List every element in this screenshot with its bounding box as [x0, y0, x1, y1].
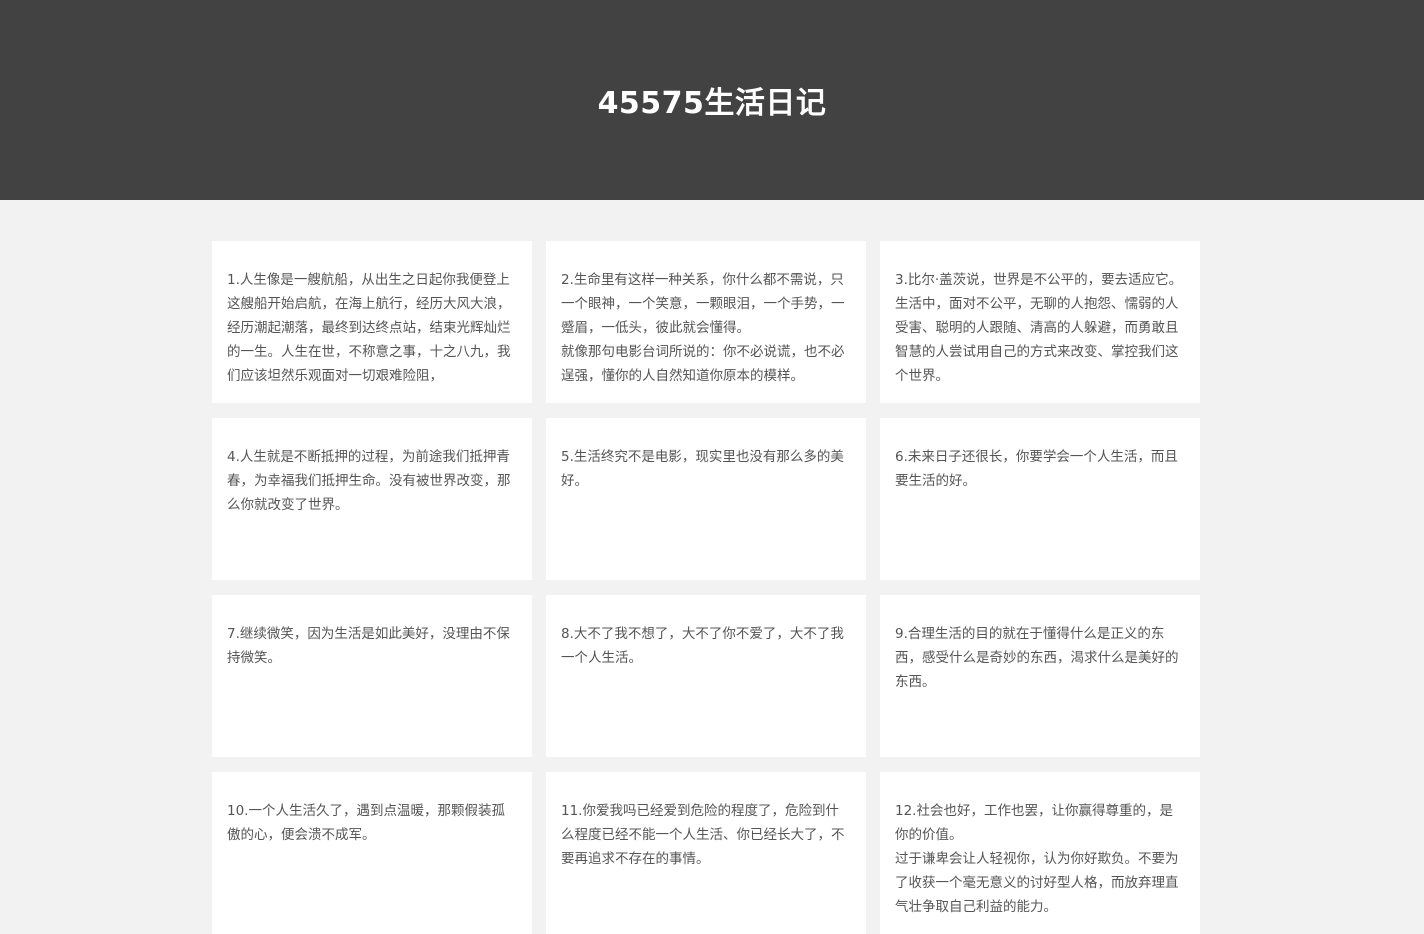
article-excerpt[interactable]: 12.社会也好，工作也罢，让你赢得尊重的，是你的价值。 过于谦卑会让人轻视你，认…: [895, 799, 1186, 919]
article-excerpt[interactable]: 10.一个人生活久了，遇到点温暖，那颗假装孤傲的心，便会溃不成军。: [227, 799, 518, 847]
article-card[interactable]: 6.未来日子还很长，你要学会一个人生活，而且要生活的好。: [880, 418, 1200, 580]
article-excerpt[interactable]: 11.你爱我吗已经爱到危险的程度了，危险到什么程度已经不能一个人生活、你已经长大…: [561, 799, 852, 871]
article-excerpt[interactable]: 3.比尔·盖茨说，世界是不公平的，要去适应它。生活中，面对不公平，无聊的人抱怨、…: [895, 268, 1186, 388]
article-excerpt[interactable]: 8.大不了我不想了，大不了你不爱了，大不了我一个人生活。: [561, 622, 852, 670]
site-header: 45575生活日记: [0, 0, 1424, 200]
article-card[interactable]: 4.人生就是不断抵押的过程，为前途我们抵押青春，为幸福我们抵押生命。没有被世界改…: [212, 418, 532, 580]
article-excerpt[interactable]: 9.合理生活的目的就在于懂得什么是正义的东西，感受什么是奇妙的东西，渴求什么是美…: [895, 622, 1186, 694]
article-excerpt[interactable]: 6.未来日子还很长，你要学会一个人生活，而且要生活的好。: [895, 445, 1186, 493]
article-card[interactable]: 9.合理生活的目的就在于懂得什么是正义的东西，感受什么是奇妙的东西，渴求什么是美…: [880, 595, 1200, 757]
article-card[interactable]: 10.一个人生活久了，遇到点温暖，那颗假装孤傲的心，便会溃不成军。: [212, 772, 532, 934]
article-card[interactable]: 3.比尔·盖茨说，世界是不公平的，要去适应它。生活中，面对不公平，无聊的人抱怨、…: [880, 241, 1200, 403]
article-excerpt[interactable]: 7.继续微笑，因为生活是如此美好，没理由不保持微笑。: [227, 622, 518, 670]
site-title[interactable]: 45575生活日记: [598, 78, 827, 122]
article-card[interactable]: 12.社会也好，工作也罢，让你赢得尊重的，是你的价值。 过于谦卑会让人轻视你，认…: [880, 772, 1200, 934]
article-card[interactable]: 1.人生像是一艘航船，从出生之日起你我便登上这艘船开始启航，在海上航行，经历大风…: [212, 241, 532, 403]
article-excerpt[interactable]: 1.人生像是一艘航船，从出生之日起你我便登上这艘船开始启航，在海上航行，经历大风…: [227, 268, 518, 388]
article-card[interactable]: 11.你爱我吗已经爱到危险的程度了，危险到什么程度已经不能一个人生活、你已经长大…: [546, 772, 866, 934]
article-card[interactable]: 7.继续微笑，因为生活是如此美好，没理由不保持微笑。: [212, 595, 532, 757]
article-grid: 1.人生像是一艘航船，从出生之日起你我便登上这艘船开始启航，在海上航行，经历大风…: [212, 241, 1200, 934]
article-card[interactable]: 5.生活终究不是电影，现实里也没有那么多的美好。: [546, 418, 866, 580]
article-card[interactable]: 8.大不了我不想了，大不了你不爱了，大不了我一个人生活。: [546, 595, 866, 757]
article-excerpt[interactable]: 4.人生就是不断抵押的过程，为前途我们抵押青春，为幸福我们抵押生命。没有被世界改…: [227, 445, 518, 517]
article-card[interactable]: 2.生命里有这样一种关系，你什么都不需说，只一个眼神，一个笑意，一颗眼泪，一个手…: [546, 241, 866, 403]
article-excerpt[interactable]: 2.生命里有这样一种关系，你什么都不需说，只一个眼神，一个笑意，一颗眼泪，一个手…: [561, 268, 852, 388]
article-excerpt[interactable]: 5.生活终究不是电影，现实里也没有那么多的美好。: [561, 445, 852, 493]
